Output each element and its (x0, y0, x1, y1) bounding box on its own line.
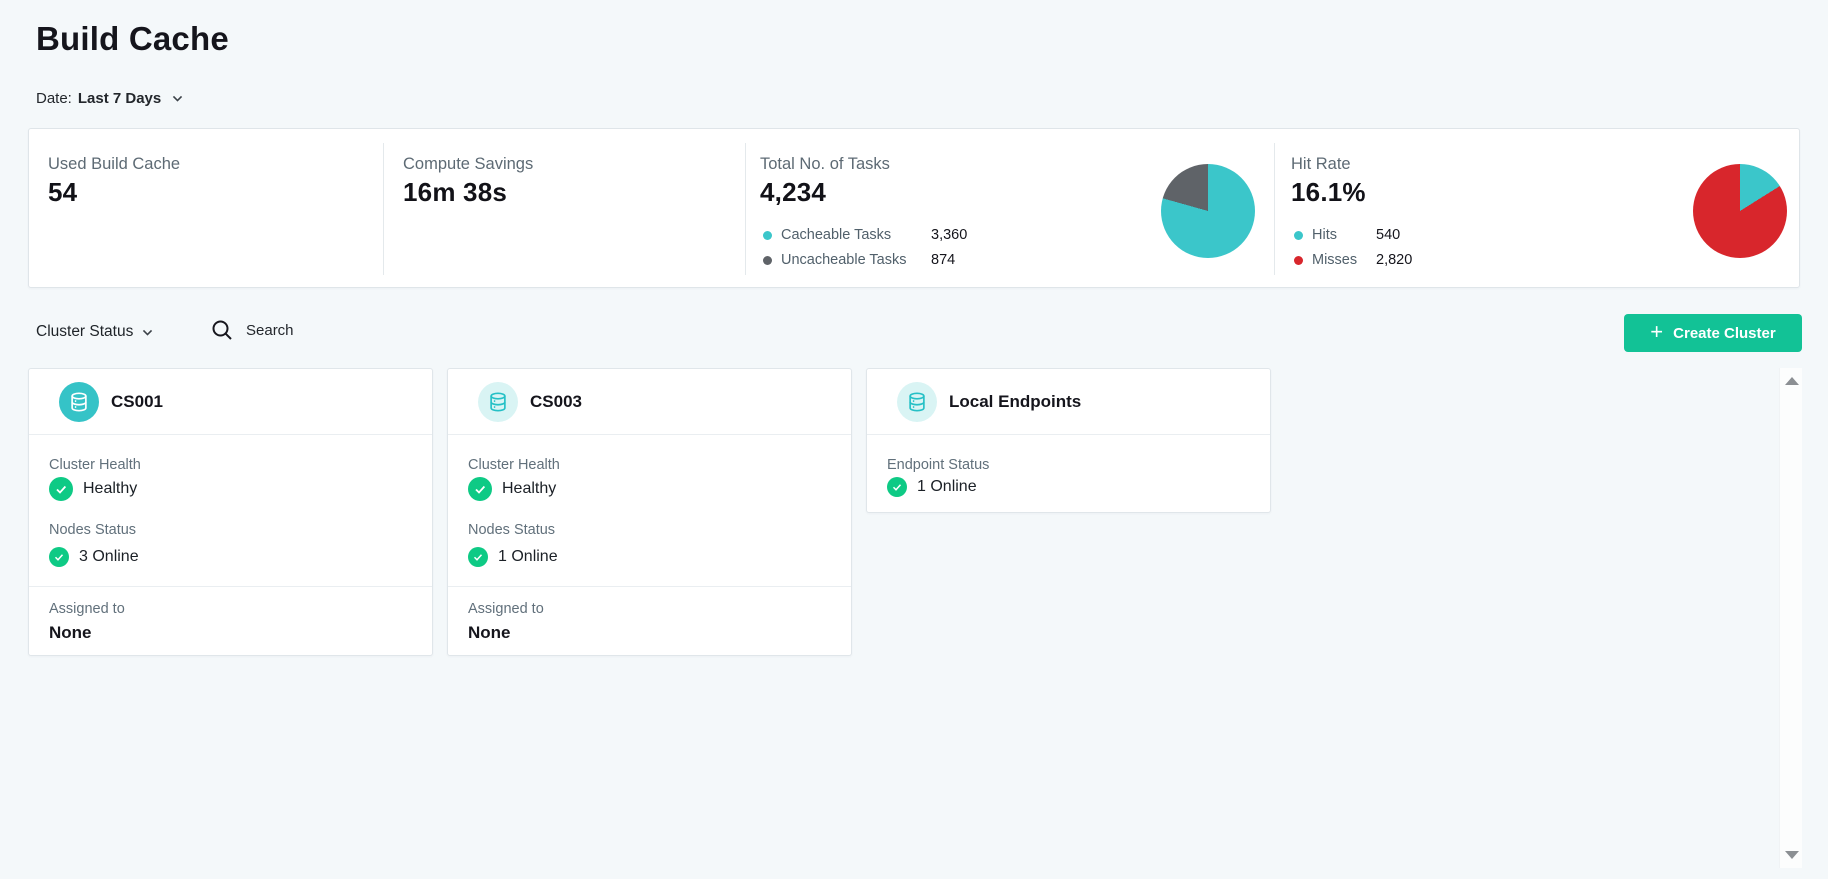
nodes-status: 3 Online (49, 547, 139, 567)
cluster-card-cs003[interactable]: CS003 Cluster Health Healthy Nodes Statu… (447, 368, 852, 656)
assigned-to-value: None (468, 623, 511, 643)
stat-hit-rate-value: 16.1% (1291, 177, 1366, 208)
hit-rate-legend: Hits 540 Misses 2,820 (1294, 227, 1412, 268)
assigned-to-value: None (49, 623, 92, 643)
cluster-avatar (897, 382, 937, 422)
divider (1274, 143, 1275, 275)
date-filter-value: Last 7 Days (78, 90, 161, 107)
divider (745, 143, 746, 275)
endpoint-status-label: Endpoint Status (887, 457, 989, 473)
cluster-health-status: Healthy (468, 477, 556, 501)
cluster-name: Local Endpoints (949, 392, 1081, 412)
cluster-avatar (478, 382, 518, 422)
cluster-health-label: Cluster Health (49, 457, 141, 473)
legend-item-cacheable: Cacheable Tasks 3,360 (763, 227, 967, 243)
stat-total-tasks-value: 4,234 (760, 177, 826, 208)
search-placeholder: Search (246, 322, 294, 339)
legend-value: 3,360 (931, 227, 967, 243)
page-title: Build Cache (36, 20, 229, 58)
nodes-status-label: Nodes Status (468, 522, 555, 538)
cluster-card-header: CS003 (448, 369, 851, 435)
chevron-down-icon (141, 326, 154, 339)
date-filter-dropdown[interactable]: Date: Last 7 Days (36, 90, 184, 107)
total-tasks-legend: Cacheable Tasks 3,360 Uncacheable Tasks … (763, 227, 967, 268)
scrollbar-up-button[interactable] (1780, 370, 1803, 392)
cluster-card-header: Local Endpoints (867, 369, 1270, 435)
legend-item-uncacheable: Uncacheable Tasks 874 (763, 252, 967, 268)
legend-dot (763, 256, 772, 265)
status-text: Healthy (502, 480, 556, 498)
status-text: 1 Online (917, 478, 977, 496)
legend-label: Cacheable Tasks (781, 227, 931, 243)
chevron-down-icon (171, 92, 184, 105)
stat-hit-rate-label: Hit Rate (1291, 155, 1351, 174)
check-circle-icon (468, 477, 492, 501)
vertical-scrollbar[interactable] (1779, 368, 1802, 868)
legend-value: 540 (1376, 227, 1400, 243)
create-cluster-label: Create Cluster (1673, 325, 1776, 342)
create-cluster-button[interactable]: + Create Cluster (1624, 314, 1802, 352)
cluster-card-local-endpoints[interactable]: Local Endpoints Endpoint Status 1 Online (866, 368, 1271, 513)
endpoint-status: 1 Online (887, 477, 977, 497)
plus-icon: + (1650, 321, 1663, 343)
cluster-name: CS001 (111, 392, 163, 412)
cluster-status-dropdown[interactable]: Cluster Status (36, 323, 154, 341)
total-tasks-pie-chart (1161, 164, 1255, 258)
legend-value: 874 (931, 252, 955, 268)
database-icon (906, 391, 928, 413)
status-text: 1 Online (498, 548, 558, 566)
legend-dot (1294, 256, 1303, 265)
cluster-card-cs001[interactable]: CS001 Cluster Health Healthy Nodes Statu… (28, 368, 433, 656)
legend-dot (1294, 231, 1303, 240)
divider (383, 143, 384, 275)
legend-value: 2,820 (1376, 252, 1412, 268)
nodes-status: 1 Online (468, 547, 558, 567)
legend-item-hits: Hits 540 (1294, 227, 1412, 243)
triangle-up-icon (1785, 377, 1799, 385)
nodes-status-label: Nodes Status (49, 522, 136, 538)
stat-used-build-cache-label: Used Build Cache (48, 155, 180, 174)
check-circle-icon (887, 477, 907, 497)
cluster-card-header: CS001 (29, 369, 432, 435)
triangle-down-icon (1785, 851, 1799, 859)
legend-item-misses: Misses 2,820 (1294, 252, 1412, 268)
assigned-to-label: Assigned to (49, 601, 125, 617)
cluster-health-label: Cluster Health (468, 457, 560, 473)
check-circle-icon (49, 547, 69, 567)
cluster-name: CS003 (530, 392, 582, 412)
search-input[interactable]: Search (210, 318, 294, 342)
check-circle-icon (49, 477, 73, 501)
status-text: 3 Online (79, 548, 139, 566)
legend-label: Misses (1312, 252, 1376, 268)
cluster-status-label: Cluster Status (36, 323, 133, 341)
stat-compute-savings-value: 16m 38s (403, 177, 507, 208)
legend-label: Uncacheable Tasks (781, 252, 931, 268)
stat-compute-savings-label: Compute Savings (403, 155, 533, 174)
legend-label: Hits (1312, 227, 1376, 243)
legend-dot (763, 231, 772, 240)
stat-used-build-cache-value: 54 (48, 177, 77, 208)
check-circle-icon (468, 547, 488, 567)
database-icon (68, 391, 90, 413)
divider (448, 586, 851, 587)
search-icon (210, 318, 234, 342)
stats-bar: Used Build Cache 54 Compute Savings 16m … (28, 128, 1800, 288)
database-icon (487, 391, 509, 413)
date-filter-label: Date: (36, 90, 72, 107)
stat-total-tasks-label: Total No. of Tasks (760, 155, 890, 174)
status-text: Healthy (83, 480, 137, 498)
cluster-health-status: Healthy (49, 477, 137, 501)
divider (29, 586, 432, 587)
scrollbar-down-button[interactable] (1780, 844, 1803, 866)
cluster-avatar (59, 382, 99, 422)
assigned-to-label: Assigned to (468, 601, 544, 617)
hit-rate-pie-chart (1693, 164, 1787, 258)
